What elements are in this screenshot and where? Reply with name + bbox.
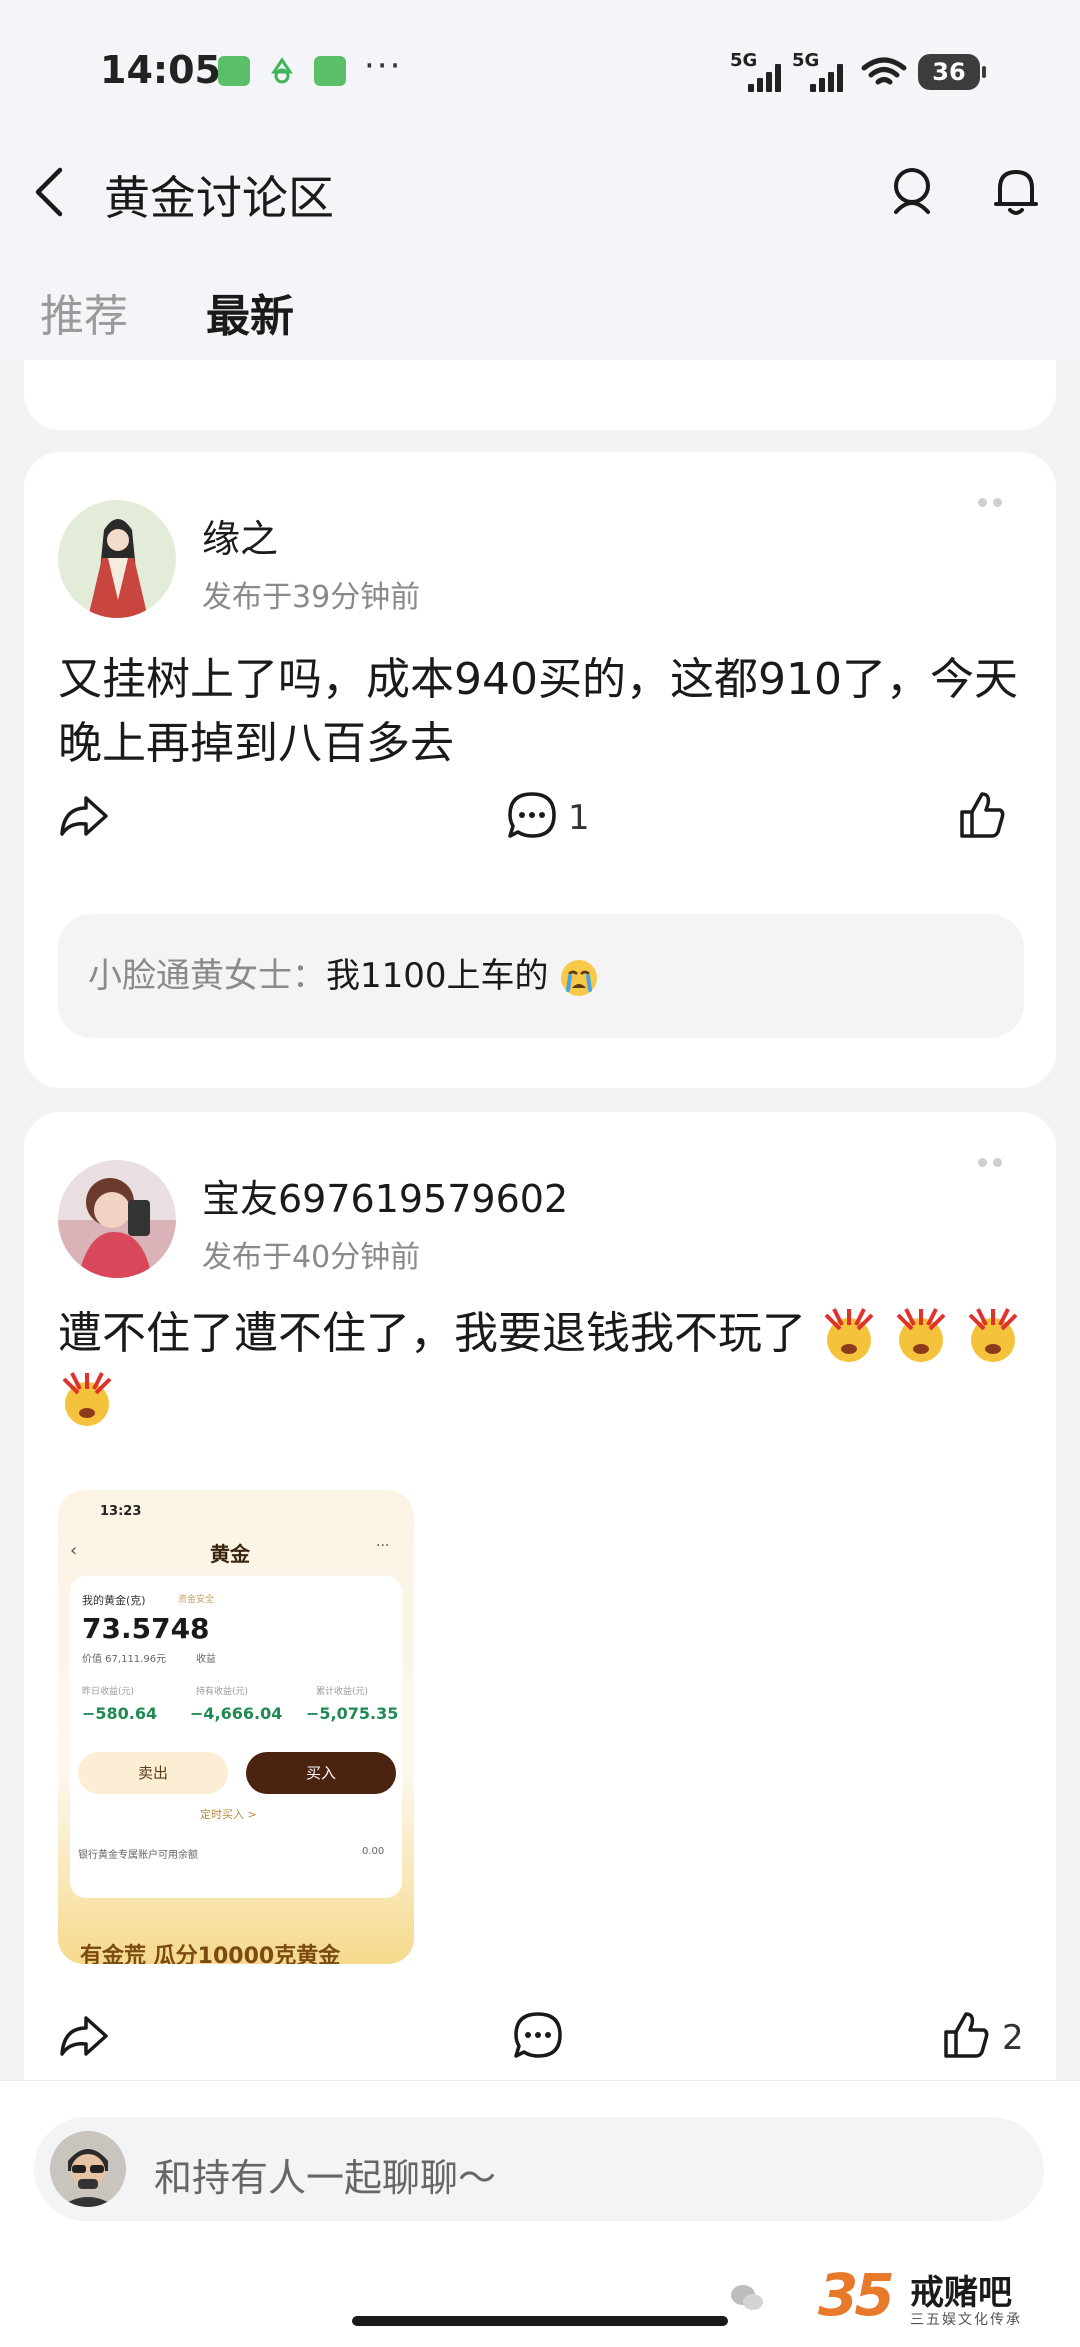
status-time: 14:05 [100,48,221,92]
avatar[interactable] [58,500,176,618]
shot-col3-label: 累计收益(元) [316,1687,369,1697]
shot-buy-button: 买入 [246,1752,396,1794]
status-bar: 14:05 ··· 5G 5G 36 [0,0,1080,130]
cellular-signal-icon-2: 5G [792,50,843,92]
watermark-title: 戒赌吧 [910,2273,1012,2313]
like-count: 2 [1002,2018,1024,2058]
thumbs-up-icon [960,792,1005,838]
tab-recommend[interactable]: 推荐 [40,280,128,344]
exploding-angry-emoji-icon [896,1308,946,1362]
thumbs-up-icon [944,2012,989,2058]
crying-emoji-icon [561,959,598,996]
shot-sell-button: 卖出 [78,1752,228,1794]
share-icon [60,2016,108,2056]
shot-col2-label: 持有收益(元) [196,1687,249,1697]
shot-grams: 73.5748 [82,1612,210,1645]
shot-holding-label: 我的黄金(克) [82,1594,146,1607]
post-time: 发布于39分钟前 [202,580,421,615]
more-options-icon[interactable] [978,1158,1004,1168]
reply-text: 我1100上车的 [326,956,549,996]
shot-col3-value: −5,075.35 [306,1704,399,1723]
exploding-angry-emoji-icon [824,1308,874,1362]
shot-bank-label: 银行黄金专属账户可用余额 [78,1850,198,1861]
shot-banner-text: 有金荒 瓜分10000克黄金 [80,1944,341,1964]
bottom-bar: 和持有人一起聊聊～ 35 戒赌吧 三五娱文化传承 [0,2080,1080,2347]
post-card[interactable]: 宝友697619579602 发布于40分钟前 遭不住了遭不住了，我要退钱我不玩… [24,1112,1056,2080]
shot-more-icon: ··· [376,1538,390,1554]
wifi-icon [861,57,907,85]
user-icon[interactable] [886,164,938,216]
tab-latest[interactable]: 最新 [206,280,294,344]
cellular-signal-icon: 5G [730,50,781,92]
share-button[interactable] [58,2012,118,2072]
bell-icon[interactable] [990,164,1042,218]
back-icon[interactable] [30,164,70,220]
post-time: 发布于40分钟前 [202,1240,421,1275]
username[interactable]: 缘之 [202,508,278,563]
comment-button[interactable] [512,2010,572,2070]
more-options-icon[interactable] [978,498,1004,508]
reply-author[interactable]: 小脸通黄女士： [88,956,326,996]
shot-scheduled-label: 定时买入 > [200,1808,257,1821]
watermark-logo: 35 戒赌吧 三五娱文化传承 [730,2261,1060,2331]
shot-bank-value: 0.00 [362,1846,385,1857]
avatar[interactable] [58,1160,176,1278]
more-notifications-icon: ··· [364,46,403,86]
tab-bar: 推荐 最新 [0,250,1080,360]
shot-title: 黄金 [210,1542,250,1566]
comment-icon [508,792,556,838]
app-notification-icon [218,56,250,86]
exploding-angry-emoji-icon [968,1308,1018,1362]
shot-status-time: 13:23 [100,1504,142,1519]
comment-placeholder: 和持有人一起聊聊～ [154,2156,497,2200]
shot-holding-card: 我的黄金(克) 资金安全 73.5748 价值 67,111.96元 收益 昨日… [70,1576,402,1898]
shot-col2-value: −4,666.04 [190,1704,283,1723]
comment-button[interactable]: 1 [506,790,616,850]
shot-col1-label: 昨日收益(元) [82,1687,135,1697]
battery-icon: 36 [918,54,986,90]
shot-back-icon: ‹ [70,1540,78,1561]
reply-preview[interactable]: 小脸通黄女士：我1100上车的 [58,914,1024,1038]
page-title: 黄金讨论区 [104,171,334,225]
post-feed[interactable]: 缘之 发布于39分钟前 又挂树上了吗，成本940买的，这都910了，今天晚上再掉… [0,360,1080,2080]
watermark-number: 35 [818,2261,895,2329]
shot-col1-value: −580.64 [82,1704,158,1723]
share-button[interactable] [58,792,118,852]
previous-post-card[interactable] [24,360,1056,430]
shot-income-label: 收益 [196,1654,216,1665]
wechat-icon [731,2285,763,2310]
post-text[interactable]: 又挂树上了吗，成本940买的，这都910了，今天晚上再掉到八百多去 [58,648,1028,776]
exploding-angry-emoji-icon [62,1372,112,1426]
recycle-icon [266,56,298,86]
post-text-content: 遭不住了遭不住了，我要退钱我不玩了 [58,1308,806,1359]
comment-input[interactable]: 和持有人一起聊聊～ [34,2117,1044,2221]
my-avatar[interactable] [50,2131,126,2207]
share-icon [60,796,108,836]
like-button[interactable] [958,790,1018,850]
post-text[interactable]: 遭不住了遭不住了，我要退钱我不玩了 [58,1302,1028,1430]
shot-safety-label: 资金安全 [178,1595,215,1605]
username[interactable]: 宝友697619579602 [202,1168,568,1223]
watermark-subtitle: 三五娱文化传承 [910,2312,1022,2328]
comment-count: 1 [568,798,590,838]
home-indicator[interactable] [352,2316,728,2326]
post-image[interactable]: 13:23 ‹ 黄金 ··· 我的黄金(克) 资金安全 73.5748 价值 6… [58,1490,414,1964]
shot-value-line: 价值 67,111.96元 [82,1654,167,1665]
wechat-icon [314,56,346,86]
comment-icon [514,2012,562,2058]
header: 黄金讨论区 [0,130,1080,250]
like-button[interactable]: 2 [942,2010,1032,2070]
post-card[interactable]: 缘之 发布于39分钟前 又挂树上了吗，成本940买的，这都910了，今天晚上再掉… [24,452,1056,1088]
